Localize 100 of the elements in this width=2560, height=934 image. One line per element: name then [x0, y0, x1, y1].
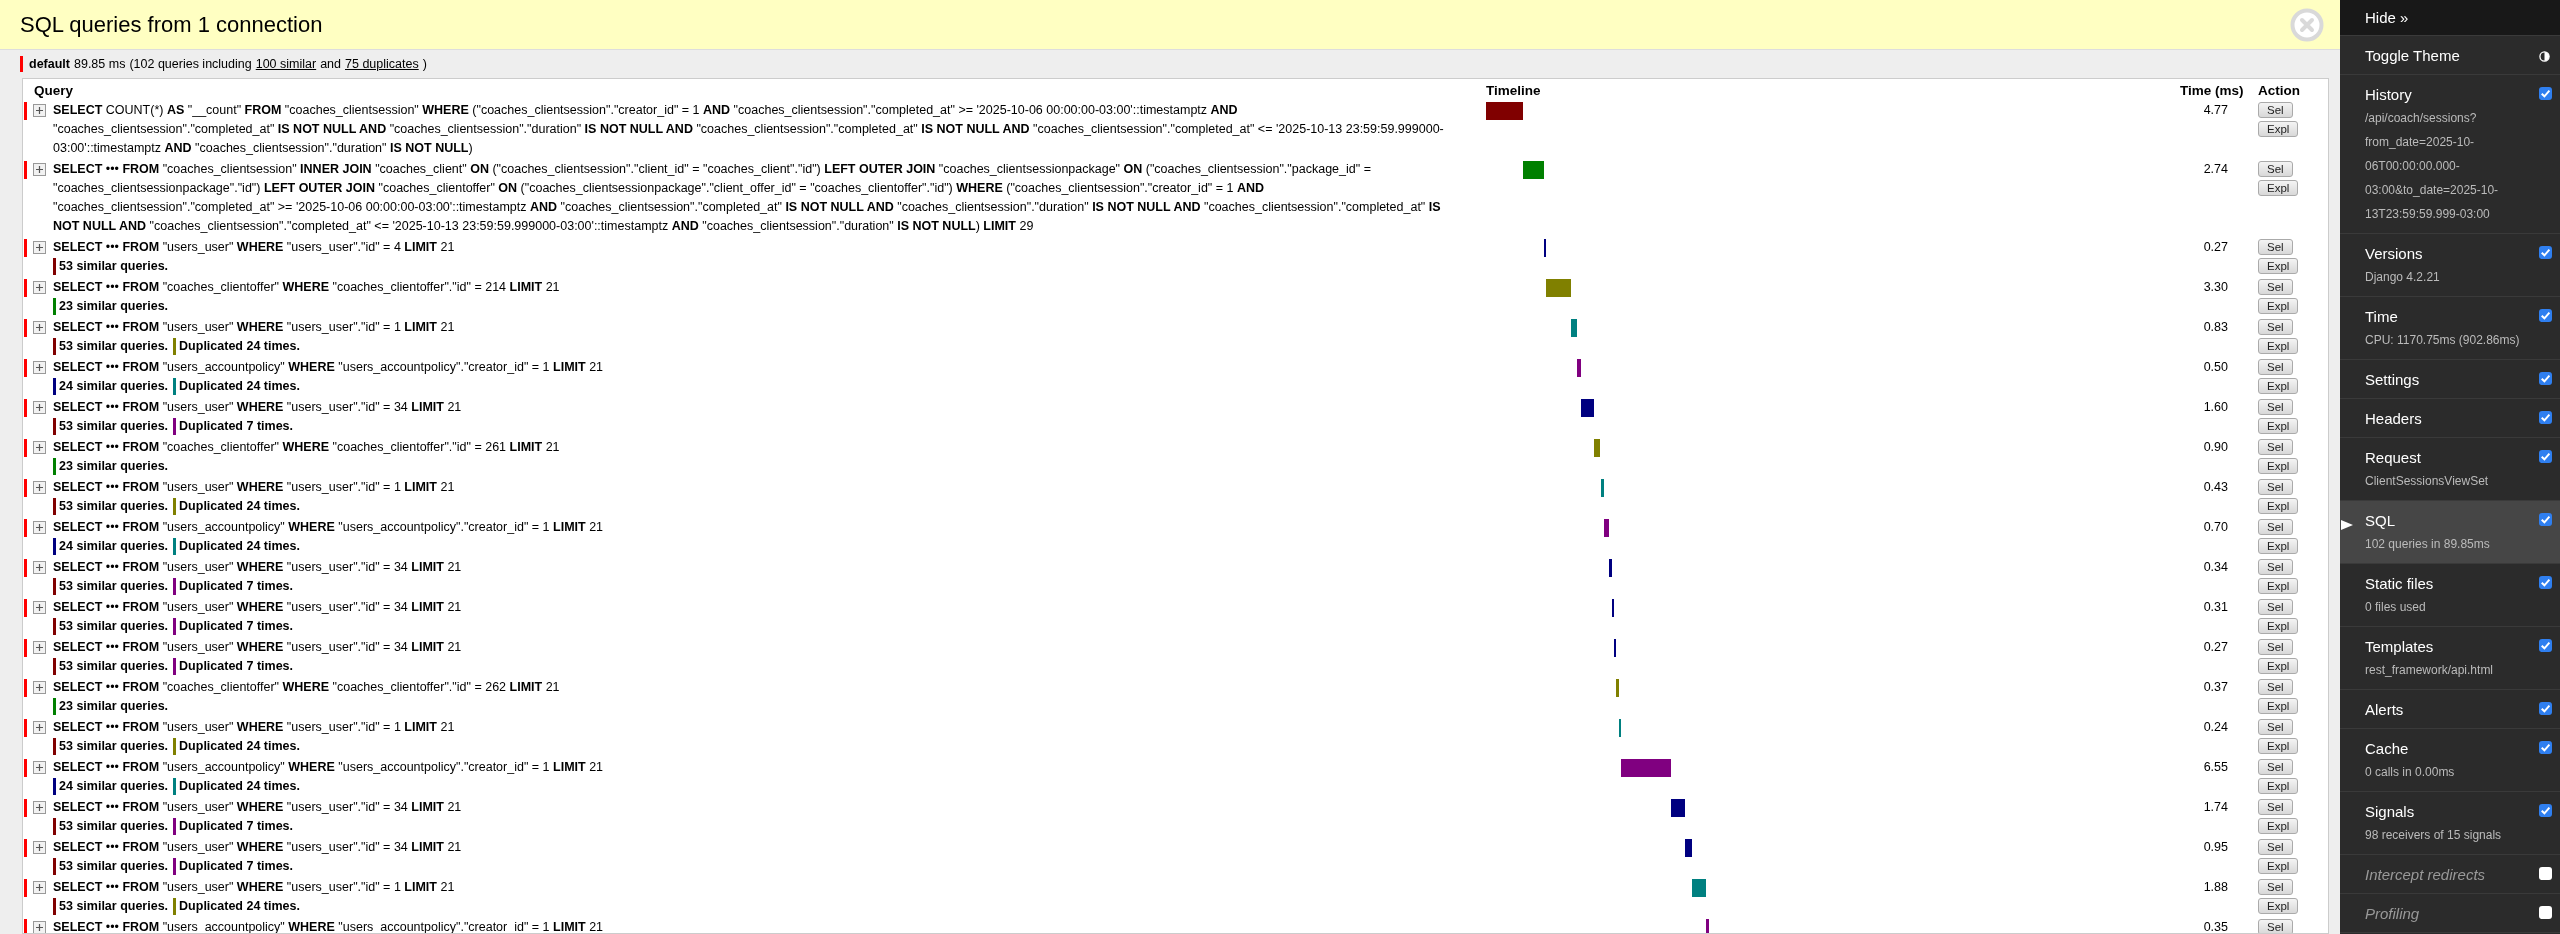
action-button[interactable]: Expl	[2258, 538, 2299, 554]
query-summary: (102 queries including	[129, 57, 252, 71]
action-button[interactable]: Sel	[2258, 919, 2293, 933]
panel-checkbox[interactable]	[2539, 741, 2552, 754]
panel-checkbox[interactable]	[2539, 513, 2552, 526]
action-button[interactable]: Expl	[2258, 498, 2299, 514]
expand-icon[interactable]	[33, 521, 46, 534]
query-time: 0.34	[2203, 560, 2228, 574]
expand-icon[interactable]	[33, 441, 46, 454]
action-button[interactable]: Expl	[2258, 658, 2299, 674]
action-button[interactable]: Sel	[2258, 399, 2293, 415]
action-button[interactable]: Expl	[2258, 738, 2299, 754]
expand-icon[interactable]	[33, 761, 46, 774]
action-button[interactable]: Sel	[2258, 519, 2293, 535]
panel-checkbox[interactable]	[2539, 702, 2552, 715]
toggle-theme-link[interactable]: Toggle Theme	[2365, 45, 2460, 67]
panel-item[interactable]: SQL 102 queries in 89.85ms	[2340, 501, 2560, 564]
expand-icon[interactable]	[33, 104, 46, 117]
panel-item[interactable]: Alerts	[2340, 690, 2560, 729]
expand-icon[interactable]	[33, 601, 46, 614]
panel-checkbox[interactable]	[2539, 867, 2552, 880]
expand-icon[interactable]	[33, 641, 46, 654]
panel-item[interactable]: Profiling	[2340, 894, 2560, 933]
action-button[interactable]: Sel	[2258, 759, 2293, 775]
action-button[interactable]: Sel	[2258, 639, 2293, 655]
panel-item[interactable]: History /api/coach/sessions?from_date=2025-10-06T00:00:00.000-03:00&to_date=2025-10-13T23:59:59.999-03:00	[2340, 75, 2560, 234]
action-button[interactable]: Sel	[2258, 239, 2293, 255]
expand-icon[interactable]	[33, 881, 46, 894]
expand-icon[interactable]	[33, 361, 46, 374]
expand-icon[interactable]	[33, 721, 46, 734]
action-button[interactable]: Sel	[2258, 799, 2293, 815]
action-button[interactable]: Sel	[2258, 479, 2293, 495]
similar-link[interactable]: 100 similar	[255, 57, 317, 71]
action-button[interactable]: Expl	[2258, 698, 2299, 714]
expand-icon[interactable]	[33, 321, 46, 334]
panel-item[interactable]: Headers	[2340, 399, 2560, 438]
action-button[interactable]: Sel	[2258, 279, 2293, 295]
action-button[interactable]: Expl	[2258, 338, 2299, 354]
panel-item[interactable]: Signals 98 receivers of 15 signals	[2340, 792, 2560, 855]
action-button[interactable]: Expl	[2258, 618, 2299, 634]
panel-checkbox[interactable]	[2539, 309, 2552, 322]
panel-checkbox[interactable]	[2539, 246, 2552, 259]
expand-icon[interactable]	[33, 401, 46, 414]
query-time: 0.27	[2203, 640, 2228, 654]
action-button[interactable]: Expl	[2258, 858, 2299, 874]
query-note: Duplicated 24 times.	[179, 498, 300, 515]
panel-item[interactable]: Templates rest_framework/api.html	[2340, 627, 2560, 690]
panel-checkbox[interactable]	[2539, 450, 2552, 463]
panel-checkbox[interactable]	[2539, 87, 2552, 100]
sql-query: SELECT ••• FROM "users_user" WHERE "users_user"."id" = 34 LIMIT 21	[53, 599, 463, 616]
action-button[interactable]: Sel	[2258, 679, 2293, 695]
panel-item[interactable]: Time CPU: 1170.75ms (902.86ms)	[2340, 297, 2560, 360]
expand-icon[interactable]	[33, 241, 46, 254]
action-button[interactable]: Expl	[2258, 818, 2299, 834]
expand-icon[interactable]	[33, 801, 46, 814]
panel-checkbox[interactable]	[2539, 804, 2552, 817]
expand-icon[interactable]	[33, 681, 46, 694]
action-button[interactable]: Expl	[2258, 898, 2299, 914]
panel-item[interactable]: Settings	[2340, 360, 2560, 399]
query-note: 53 similar queries.	[59, 858, 169, 875]
panel-checkbox[interactable]	[2539, 411, 2552, 424]
expand-icon[interactable]	[33, 163, 46, 176]
action-button[interactable]: Expl	[2258, 578, 2299, 594]
action-button[interactable]: Expl	[2258, 180, 2299, 196]
panel-item[interactable]: Cache 0 calls in 0.00ms	[2340, 729, 2560, 792]
theme-icon[interactable]	[2539, 50, 2550, 62]
hide-toolbar-link[interactable]: Hide »	[2365, 9, 2409, 26]
action-button[interactable]: Sel	[2258, 599, 2293, 615]
expand-icon[interactable]	[33, 561, 46, 574]
expand-icon[interactable]	[33, 481, 46, 494]
action-button[interactable]: Sel	[2258, 102, 2293, 118]
panel-checkbox[interactable]	[2539, 639, 2552, 652]
action-button[interactable]: Sel	[2258, 359, 2293, 375]
panel-checkbox[interactable]	[2539, 906, 2552, 919]
expand-icon[interactable]	[33, 841, 46, 854]
action-button[interactable]: Expl	[2258, 458, 2299, 474]
expand-icon[interactable]	[33, 281, 46, 294]
query-note: 53 similar queries.	[59, 818, 169, 835]
action-button[interactable]: Sel	[2258, 879, 2293, 895]
expand-icon[interactable]	[33, 921, 46, 933]
action-button[interactable]: Expl	[2258, 258, 2299, 274]
action-button[interactable]: Expl	[2258, 418, 2299, 434]
action-button[interactable]: Expl	[2258, 121, 2299, 137]
panel-checkbox[interactable]	[2539, 372, 2552, 385]
query-time: 1.88	[2203, 880, 2228, 894]
action-button[interactable]: Expl	[2258, 378, 2299, 394]
action-button[interactable]: Sel	[2258, 719, 2293, 735]
sql-query: SELECT ••• FROM "users_user" WHERE "users_user"."id" = 34 LIMIT 21	[53, 839, 463, 856]
action-button[interactable]: Sel	[2258, 161, 2293, 177]
panel-checkbox[interactable]	[2539, 576, 2552, 589]
action-button[interactable]: Sel	[2258, 839, 2293, 855]
panel-item[interactable]: Intercept redirects	[2340, 855, 2560, 894]
action-button[interactable]: Expl	[2258, 778, 2299, 794]
action-button[interactable]: Sel	[2258, 559, 2293, 575]
action-button[interactable]: Sel	[2258, 439, 2293, 455]
action-button[interactable]: Expl	[2258, 298, 2299, 314]
action-button[interactable]: Sel	[2258, 319, 2293, 335]
panel-item[interactable]: Versions Django 4.2.21	[2340, 234, 2560, 297]
panel-item[interactable]: Static files 0 files used	[2340, 564, 2560, 627]
duplicates-link[interactable]: 75 duplicates	[345, 57, 419, 71]
